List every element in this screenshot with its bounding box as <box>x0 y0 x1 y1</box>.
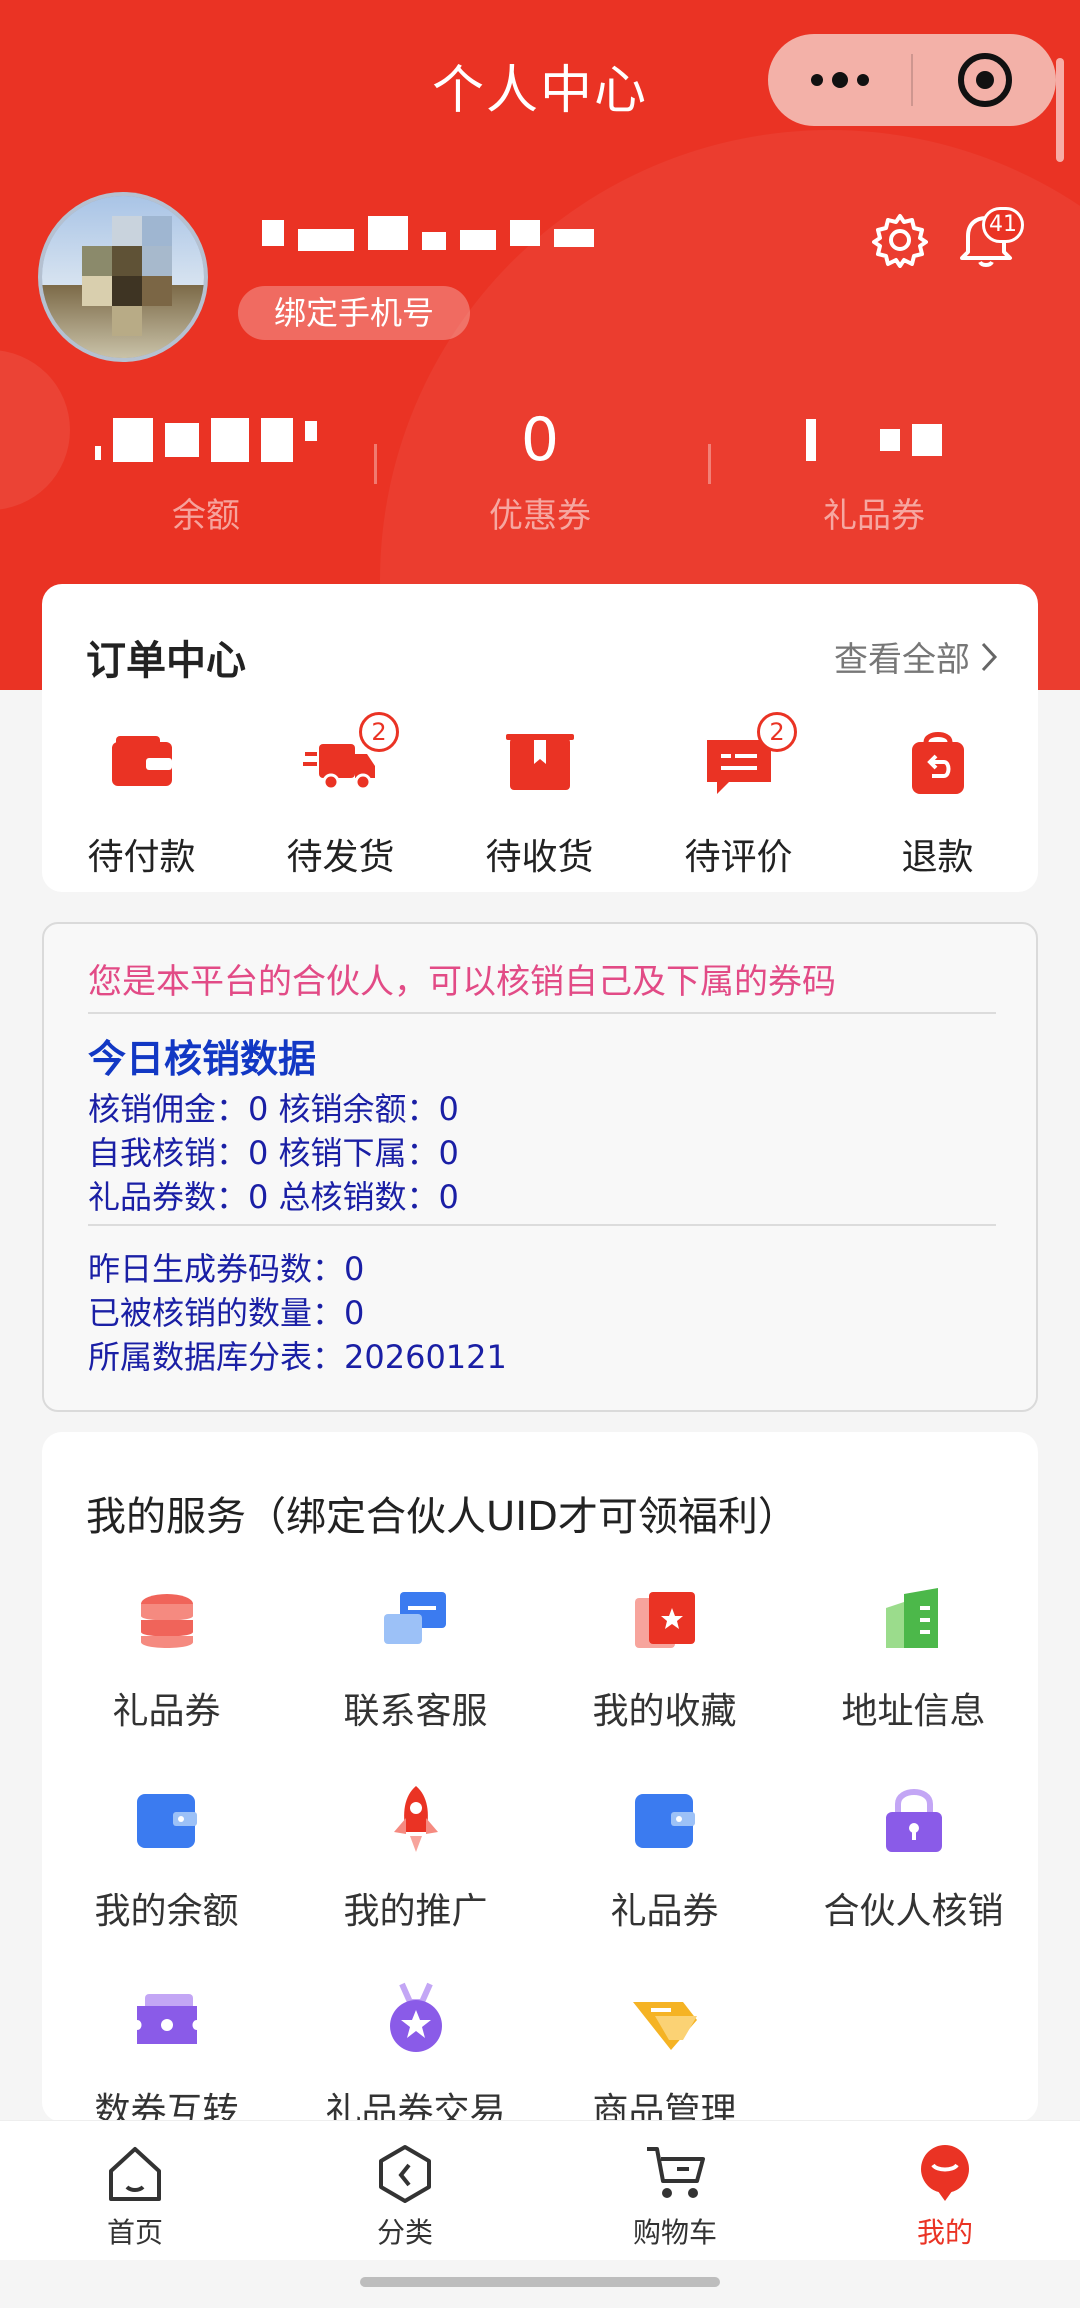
stat-label: 优惠券 <box>489 496 591 536</box>
order-item-label: 待评价 <box>684 837 793 878</box>
service-label: 礼品券 <box>610 1891 719 1932</box>
settings-gear-icon[interactable] <box>872 212 928 268</box>
mini-program-capsule <box>768 34 1056 126</box>
order-center-title: 订单中心 <box>86 638 246 684</box>
order-item-label: 待发货 <box>286 837 395 878</box>
tab-label: 我的 <box>916 2216 973 2249</box>
service-favorites[interactable]: 我的收藏 <box>540 1580 789 1734</box>
bind-phone-button[interactable]: 绑定手机号 <box>238 286 471 340</box>
stat-value: 0 <box>520 405 560 475</box>
cart-icon <box>647 2147 705 2198</box>
count-badge: 2 <box>757 712 797 752</box>
account-stats: 余额 0 优惠券 礼品券 <box>0 400 1080 540</box>
service-label: 我的余额 <box>94 1891 239 1932</box>
order-center-card: 订单中心 查看全部 待付款 待发货 2 待收货 待评价 2 退款 <box>42 584 1038 892</box>
divider <box>88 1224 996 1226</box>
stat-gift-vouchers[interactable]: 礼品券 <box>704 400 1044 537</box>
order-pending-shipment[interactable]: 待发货 2 <box>241 712 440 880</box>
rocket-icon <box>393 1786 438 1852</box>
tab-category[interactable]: 分类 <box>270 2121 540 2260</box>
view-all-orders-link[interactable]: 查看全部 <box>834 632 998 681</box>
service-label: 礼品券 <box>112 1691 221 1732</box>
stat-label: 余额 <box>172 496 240 536</box>
order-pending-review[interactable]: 待评价 2 <box>639 712 838 880</box>
refund-icon <box>911 732 964 794</box>
category-icon <box>379 2145 431 2203</box>
document-icon <box>885 1588 938 1648</box>
service-my-promotion[interactable]: 我的推广 <box>291 1780 540 1934</box>
partner-notice: 您是本平台的合伙人，可以核销自己及下属的券码 <box>88 962 836 1002</box>
tab-label: 首页 <box>106 2216 163 2249</box>
service-my-balance[interactable]: 我的余额 <box>42 1780 291 1934</box>
chat-icon <box>383 1592 446 1644</box>
scrollbar[interactable] <box>1056 58 1064 162</box>
services-title: 我的服务（绑定合伙人UID才可领福利） <box>86 1494 798 1540</box>
notification-badge: 41 <box>982 207 1024 243</box>
stat-label: 礼品券 <box>823 496 925 536</box>
service-label: 我的收藏 <box>592 1691 737 1732</box>
coin-stack-icon <box>140 1594 193 1648</box>
service-voucher-trading[interactable]: 礼品券交易 <box>291 1980 540 2134</box>
partner-stat-line: 自我核销：0 核销下属：0 <box>88 1134 459 1172</box>
home-indicator[interactable] <box>360 2277 720 2287</box>
partner-verification-panel: 您是本平台的合伙人，可以核销自己及下属的券码 今日核销数据 核销佣金：0 核销余… <box>42 922 1038 1412</box>
tab-cart[interactable]: 购物车 <box>540 2121 810 2260</box>
masked-value <box>806 400 942 480</box>
service-address[interactable]: 地址信息 <box>789 1580 1038 1734</box>
lock-icon <box>885 1789 942 1852</box>
order-item-label: 退款 <box>901 837 974 878</box>
tab-label: 购物车 <box>632 2216 717 2249</box>
tab-label: 分类 <box>376 2216 433 2249</box>
partner-stat-line: 所属数据库分表：20260121 <box>88 1338 507 1376</box>
service-gift-voucher-2[interactable]: 礼品券 <box>540 1780 789 1934</box>
view-all-label: 查看全部 <box>834 640 970 680</box>
order-refund[interactable]: 退款 <box>838 724 1037 880</box>
partner-stat-line: 核销佣金：0 核销余额：0 <box>88 1090 459 1128</box>
order-item-label: 待收货 <box>485 837 594 878</box>
order-pending-receipt[interactable]: 待收货 <box>440 724 639 880</box>
service-label: 合伙人核销 <box>823 1891 1004 1932</box>
tab-profile[interactable]: 我的 <box>810 2121 1080 2260</box>
tab-home[interactable]: 首页 <box>0 2121 270 2260</box>
service-partner-verify[interactable]: 合伙人核销 <box>789 1780 1038 1934</box>
divider <box>88 1012 996 1014</box>
service-voucher-transfer[interactable]: 数券互转 <box>42 1980 291 2134</box>
wallet-blue-icon <box>634 1794 695 1848</box>
count-badge: 2 <box>359 712 399 752</box>
service-product-management[interactable]: 商品管理 <box>540 1980 789 2134</box>
service-gift-voucher[interactable]: 礼品券 <box>42 1580 291 1734</box>
star-card-icon <box>634 1592 695 1648</box>
partner-stat-line: 昨日生成券码数：0 <box>88 1250 365 1288</box>
partner-stat-line: 礼品券数：0 总核销数：0 <box>88 1178 459 1216</box>
box-icon <box>505 734 574 790</box>
service-label: 联系客服 <box>343 1691 488 1732</box>
username-masked <box>262 215 594 251</box>
service-label: 我的推广 <box>343 1891 488 1932</box>
partner-stat-line: 已被核销的数量：0 <box>88 1294 365 1332</box>
tag-icon <box>632 2002 697 2050</box>
my-services-card: 我的服务（绑定合伙人UID才可领福利） 礼品券 联系客服 我的收藏 地址信息 我… <box>42 1432 1038 2132</box>
medal-icon <box>389 1982 442 2052</box>
order-item-label: 待付款 <box>87 837 196 878</box>
chevron-right-icon <box>981 642 998 671</box>
home-icon <box>109 2147 161 2201</box>
wallet-icon <box>111 736 172 786</box>
avatar[interactable] <box>38 192 208 362</box>
service-label: 地址信息 <box>841 1691 986 1732</box>
order-pending-payment[interactable]: 待付款 <box>42 724 241 880</box>
today-data-title: 今日核销数据 <box>88 1037 317 1081</box>
wallet-blue-icon <box>136 1794 197 1848</box>
stat-balance[interactable]: 余额 <box>36 400 376 537</box>
close-icon[interactable] <box>913 34 1056 126</box>
ticket-icon <box>136 1994 197 2044</box>
profile-icon <box>921 2145 969 2201</box>
more-icon[interactable] <box>768 34 911 126</box>
bottom-tab-bar: 首页 分类 购物车 我的 <box>0 2120 1080 2260</box>
service-customer-support[interactable]: 联系客服 <box>291 1580 540 1734</box>
stat-coupons[interactable]: 0 优惠券 <box>370 400 710 537</box>
masked-value <box>95 400 317 480</box>
